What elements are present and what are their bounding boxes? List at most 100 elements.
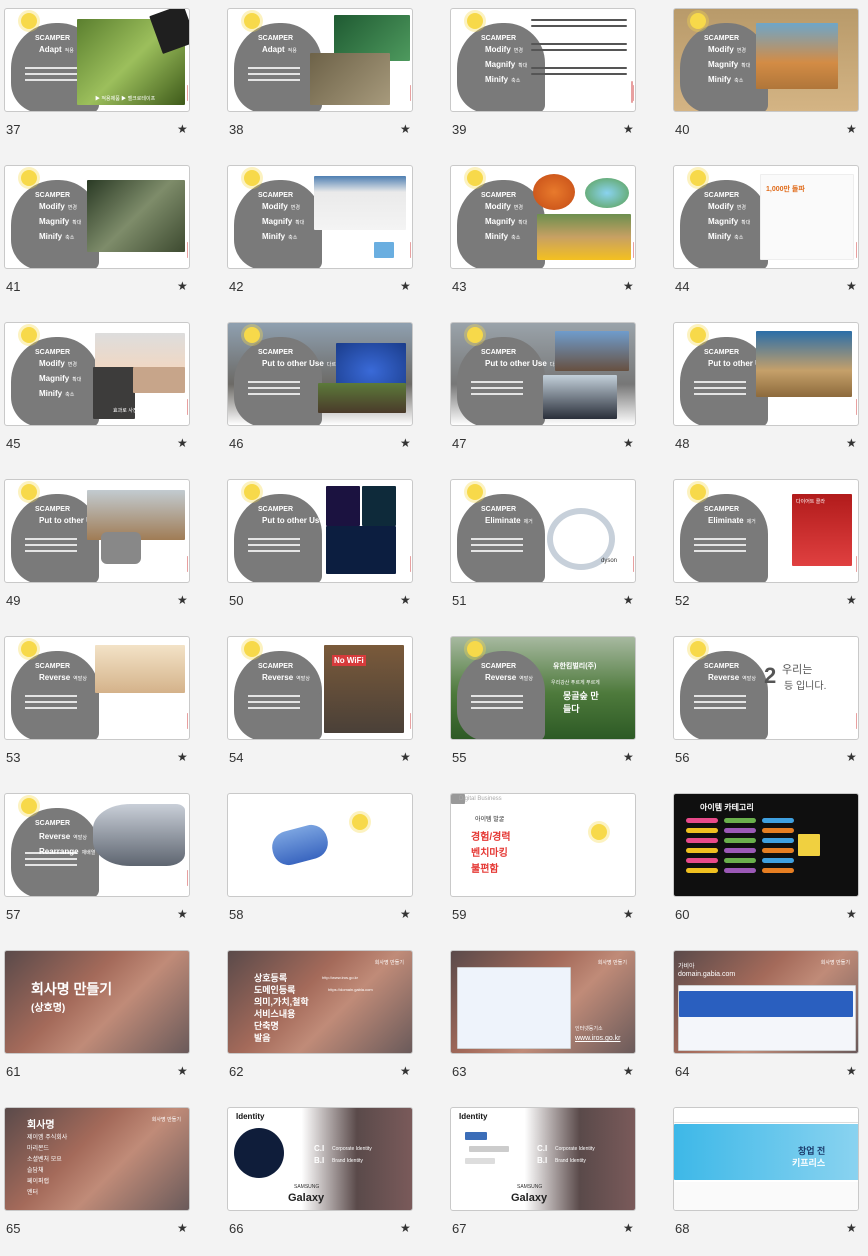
slide-star-icon[interactable]: ★: [400, 436, 411, 450]
slide-thumbnail[interactable]: 회사명 만들기 상호등록 도메인등록 의미,가치,철학 서비스내용 단축명 발음 http:/…: [227, 950, 413, 1054]
slide-cell[interactable]: 회사명 만들기 가비아 domain.gabia.com 64 ★: [669, 942, 868, 1099]
slide-number: 44: [675, 279, 690, 294]
slide-star-icon[interactable]: ★: [177, 122, 188, 136]
slide-thumbnail[interactable]: SCAMPER Reverse 역발상: [4, 636, 190, 740]
slide-star-icon[interactable]: ★: [400, 279, 411, 293]
slide-cell[interactable]: 회사명 만들기 인터넷등기소 www.iros.go.kr 63 ★: [446, 942, 669, 1099]
slide-thumbnail[interactable]: SCAMPER Modify 변경 Magnify 확대 Minify 축소: [673, 8, 859, 112]
slide-cell[interactable]: SCAMPERPut to other Use다르게 활용46★: [223, 314, 446, 471]
slide-star-icon[interactable]: ★: [623, 122, 634, 136]
slide-star-icon[interactable]: ★: [846, 907, 857, 921]
slide-cell[interactable]: Digital Business 아이템 발굴 경험/경력 벤치마킹 불편함 59 ★: [446, 785, 669, 942]
slide-star-icon[interactable]: ★: [623, 907, 634, 921]
slide-cell[interactable]: SCAMPER Reverse 역발상 53 ★: [0, 628, 223, 785]
slide-cell[interactable]: SCAMPER Adapt 적용 38 ★: [223, 0, 446, 157]
slide-thumbnail[interactable]: [227, 793, 413, 897]
slide-star-icon[interactable]: ★: [177, 436, 188, 450]
slide-thumbnail[interactable]: 창업 전 키프리스: [673, 1107, 859, 1211]
slide-cell[interactable]: 창업 전 키프리스 68 ★: [669, 1099, 868, 1256]
slide-thumbnail[interactable]: 회사명 만들기 인터넷등기소 www.iros.go.kr: [450, 950, 636, 1054]
slide-star-icon[interactable]: ★: [623, 1221, 634, 1235]
slide-star-icon[interactable]: ★: [623, 593, 634, 607]
slide-cell[interactable]: SCAMPER Modify 변경 Magnify 확대 Minify 축소 41 ★: [0, 157, 223, 314]
slide-cell[interactable]: SCAMPER Modify 변경 Magnify 확대 Minify 축소 효과로 사진 45…: [0, 314, 223, 471]
slide-cell[interactable]: Identity C.I B.I Corporate Identity Brand Id…: [446, 1099, 669, 1256]
slide-cell[interactable]: SCAMPER Modify 변경 Magnify 확대 Minify 축소 42 ★: [223, 157, 446, 314]
slide-thumbnail[interactable]: 회사명 만들기 (상호명): [4, 950, 190, 1054]
slide-star-icon[interactable]: ★: [623, 1064, 634, 1078]
slide-star-icon[interactable]: ★: [846, 593, 857, 607]
slide-thumbnail[interactable]: SCAMPERPut to other Use다르게 활용: [4, 479, 190, 583]
slide-cell[interactable]: SCAMPERPut to other Use다르게 활용50★: [223, 471, 446, 628]
slide-cell[interactable]: Identity C.I B.I Corporate Identity Brand Id…: [223, 1099, 446, 1256]
slide-star-icon[interactable]: ★: [400, 1221, 411, 1235]
slide-star-icon[interactable]: ★: [177, 907, 188, 921]
slide-thumbnail[interactable]: 회사명 만들기 가비아 domain.gabia.com: [673, 950, 859, 1054]
slide-thumbnail[interactable]: SCAMPER Reverse 역발상 유한킴벌리(주) 우리강산 푸르게 푸르게 몽골숲…: [450, 636, 636, 740]
slide-thumbnail[interactable]: SCAMPER Modify 변경 Magnify 확대 Minify 축소: [227, 165, 413, 269]
slide-thumbnail[interactable]: SCAMPER Modify 변경 Magnify 확대 Minify 축소: [450, 8, 636, 112]
slide-star-icon[interactable]: ★: [846, 436, 857, 450]
slide-thumbnail[interactable]: Digital Business 아이템 발굴 경험/경력 벤치마킹 불편함: [450, 793, 636, 897]
slide-star-icon[interactable]: ★: [177, 593, 188, 607]
slide-thumbnail[interactable]: SCAMPERPut to other Use다르게 활용: [227, 479, 413, 583]
slide-cell[interactable]: SCAMPERPut to other Use다르게 활용47★: [446, 314, 669, 471]
slide-thumbnail[interactable]: SCAMPER Modify 변경 Magnify 확대 Minify 축소 1,000만 돌…: [673, 165, 859, 269]
slide-star-icon[interactable]: ★: [177, 1221, 188, 1235]
slide-thumbnail[interactable]: SCAMPER Modify 변경 Magnify 확대 Minify 축소: [4, 165, 190, 269]
slide-cell[interactable]: SCAMPER Modify 변경 Magnify 확대 Minify 축소 43 ★: [446, 157, 669, 314]
scamper-keyword: Magnify 확대: [39, 374, 81, 383]
slide-star-icon[interactable]: ★: [623, 279, 634, 293]
slide-thumbnail[interactable]: SCAMPERPut to other Use다르게 활용: [673, 322, 859, 426]
slide-cell[interactable]: 아이템 카테고리 60 ★: [669, 785, 868, 942]
slide-star-icon[interactable]: ★: [400, 1064, 411, 1078]
slide-thumbnail[interactable]: SCAMPER Modify 변경 Magnify 확대 Minify 축소: [450, 165, 636, 269]
slide-number: 63: [452, 1064, 467, 1079]
slide-thumbnail[interactable]: SCAMPER Eliminate 제거 다이어트 콜라: [673, 479, 859, 583]
slide-star-icon[interactable]: ★: [846, 1221, 857, 1235]
slide-star-icon[interactable]: ★: [846, 750, 857, 764]
slide-star-icon[interactable]: ★: [177, 750, 188, 764]
slide-cell[interactable]: SCAMPER Modify 변경 Magnify 확대 Minify 축소 1,000만 돌…: [669, 157, 868, 314]
slide-thumbnail[interactable]: 회사명 만들기 회사명 제이엠 주식회사 마리몬드 소셜벤처 모요 슬담채 페이퍼랩 엔터: [4, 1107, 190, 1211]
slide-cell[interactable]: SCAMPER Modify 변경 Magnify 확대 Minify 축소 39 ★: [446, 0, 669, 157]
slide-cell[interactable]: SCAMPER Eliminate 제거 dyson 51 ★: [446, 471, 669, 628]
slide-star-icon[interactable]: ★: [846, 279, 857, 293]
slide-thumbnail[interactable]: SCAMPERReverse역발상Rearrange재배열: [4, 793, 190, 897]
slide-star-icon[interactable]: ★: [400, 907, 411, 921]
slide-star-icon[interactable]: ★: [846, 122, 857, 136]
slide-thumbnail[interactable]: SCAMPER Eliminate 제거 dyson: [450, 479, 636, 583]
slide-cell[interactable]: SCAMPER Adapt 적용 ▶ 적용제품 ▶ 벨크로테이프 37 ★: [0, 0, 223, 157]
slide-star-icon[interactable]: ★: [177, 279, 188, 293]
slide-thumbnail[interactable]: Identity C.I B.I Corporate Identity Brand Id…: [227, 1107, 413, 1211]
slide-star-icon[interactable]: ★: [400, 593, 411, 607]
slide-cell[interactable]: 58 ★: [223, 785, 446, 942]
slide-thumbnail[interactable]: SCAMPER Modify 변경 Magnify 확대 Minify 축소 효과로 사진: [4, 322, 190, 426]
lightbulb-icon: [591, 824, 607, 840]
slide-thumbnail[interactable]: SCAMPER Adapt 적용: [227, 8, 413, 112]
slide-star-icon[interactable]: ★: [400, 122, 411, 136]
slide-cell[interactable]: SCAMPER Reverse 역발상 유한킴벌리(주) 우리강산 푸르게 푸르게 몽골숲…: [446, 628, 669, 785]
slide-cell[interactable]: SCAMPER Reverse 역발상 No WiFi 54 ★: [223, 628, 446, 785]
slide-cell[interactable]: SCAMPER Eliminate 제거 다이어트 콜라 52 ★: [669, 471, 868, 628]
slide-cell[interactable]: 회사명 만들기 상호등록 도메인등록 의미,가치,철학 서비스내용 단축명 발음 http:/…: [223, 942, 446, 1099]
slide-star-icon[interactable]: ★: [177, 1064, 188, 1078]
slide-star-icon[interactable]: ★: [400, 750, 411, 764]
slide-thumbnail[interactable]: SCAMPERPut to other Use다르게 활용: [227, 322, 413, 426]
slide-star-icon[interactable]: ★: [623, 436, 634, 450]
slide-thumbnail[interactable]: SCAMPERPut to other Use다르게 활용: [450, 322, 636, 426]
slide-cell[interactable]: 회사명 만들기 (상호명) 61 ★: [0, 942, 223, 1099]
slide-cell[interactable]: SCAMPER Reverse 역발상 2 우리는 등 입니다. 56 ★: [669, 628, 868, 785]
slide-thumbnail[interactable]: SCAMPER Adapt 적용 ▶ 적용제품 ▶ 벨크로테이프: [4, 8, 190, 112]
slide-cell[interactable]: SCAMPER Modify 변경 Magnify 확대 Minify 축소 40 ★: [669, 0, 868, 157]
slide-cell[interactable]: 회사명 만들기 회사명 제이엠 주식회사 마리몬드 소셜벤처 모요 슬담채 페이퍼랩 엔터 65…: [0, 1099, 223, 1256]
slide-thumbnail[interactable]: SCAMPER Reverse 역발상 No WiFi: [227, 636, 413, 740]
slide-cell[interactable]: SCAMPERPut to other Use다르게 활용 48 ★: [669, 314, 868, 471]
slide-cell[interactable]: SCAMPERPut to other Use다르게 활용 49 ★: [0, 471, 223, 628]
slide-star-icon[interactable]: ★: [623, 750, 634, 764]
slide-thumbnail[interactable]: SCAMPER Reverse 역발상 2 우리는 등 입니다.: [673, 636, 859, 740]
slide-thumbnail[interactable]: Identity C.I B.I Corporate Identity Brand Id…: [450, 1107, 636, 1211]
slide-star-icon[interactable]: ★: [846, 1064, 857, 1078]
slide-cell[interactable]: SCAMPERReverse역발상Rearrange재배열57★: [0, 785, 223, 942]
slide-thumbnail[interactable]: 아이템 카테고리: [673, 793, 859, 897]
